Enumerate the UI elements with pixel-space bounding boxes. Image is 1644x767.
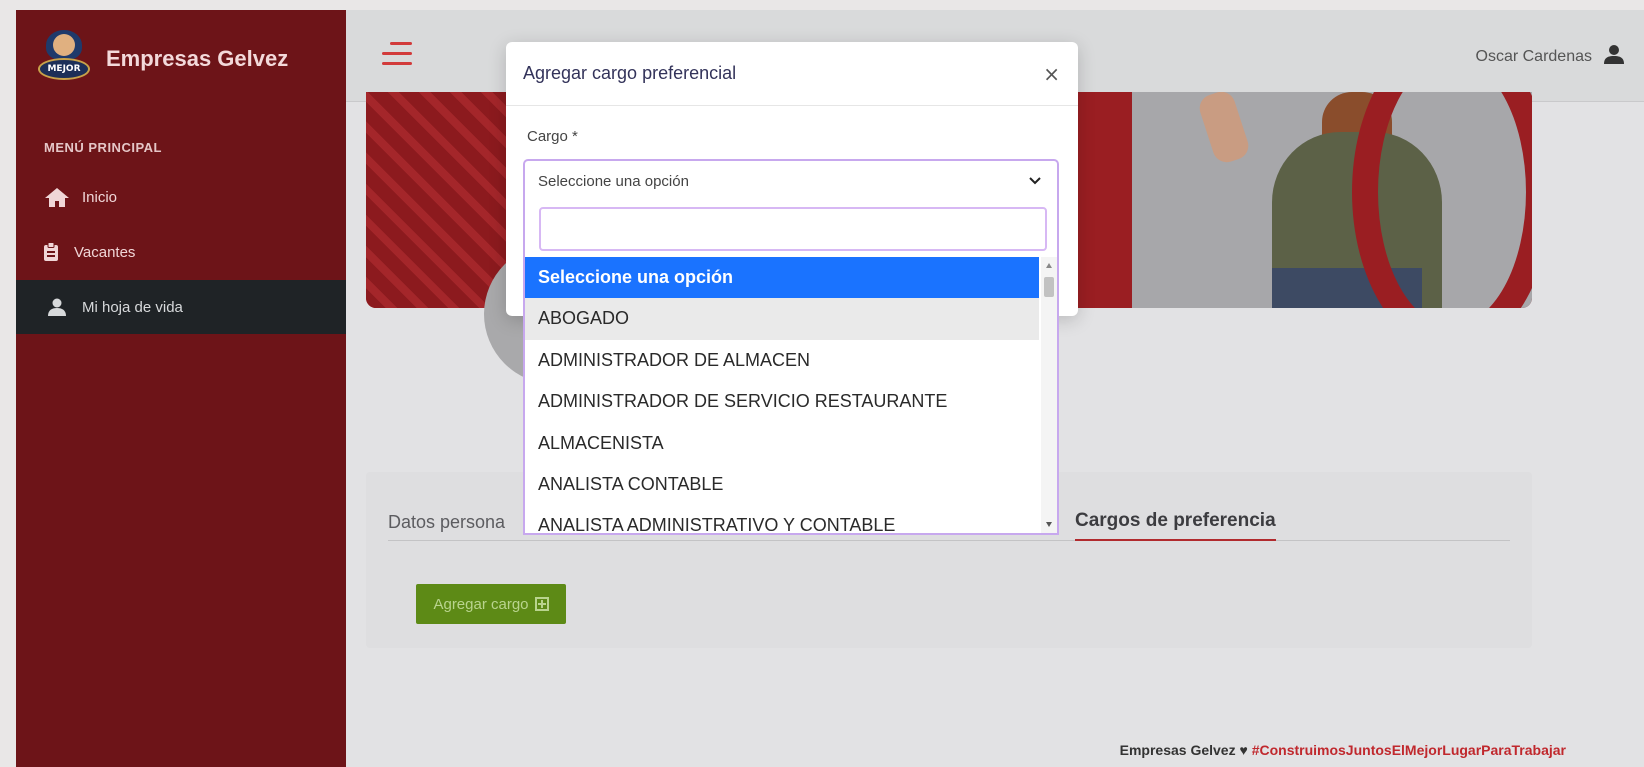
user-name: Oscar Cardenas — [1475, 47, 1593, 65]
option-administrador-de-servicio-restaurante[interactable]: ADMINISTRADOR DE SERVICIO RESTAURANTE — [525, 381, 1039, 422]
cargo-dropdown: Seleccione una opción ABOGADO ADMINISTRA… — [523, 199, 1059, 535]
sidebar-item-mi-hoja-de-vida[interactable]: Mi hoja de vida — [16, 280, 346, 334]
banner-photo — [1132, 92, 1532, 308]
user-menu[interactable]: Oscar Cardenas — [1475, 44, 1624, 69]
sidebar-item-label: Inicio — [82, 188, 118, 206]
brand[interactable]: MEJOR Empresas Gelvez — [38, 24, 288, 94]
sidebar-item-label: Mi hoja de vida — [82, 298, 183, 316]
brand-name: Empresas Gelvez — [106, 46, 289, 71]
user-id-icon — [44, 297, 70, 317]
option-analista-contable[interactable]: ANALISTA CONTABLE — [525, 464, 1039, 505]
scroll-up-icon[interactable] — [1046, 263, 1052, 268]
cargo-label: Cargo * — [527, 128, 578, 145]
modal-header: Agregar cargo preferencial × — [506, 42, 1078, 106]
tab-datos-personales[interactable]: Datos persona — [388, 512, 505, 533]
heart-icon: ♥ — [1239, 742, 1248, 758]
cargo-select[interactable]: Seleccione una opción — [523, 159, 1059, 201]
tab-cargos-de-preferencia[interactable]: Cargos de preferencia — [1075, 510, 1276, 541]
dropdown-scrollbar[interactable] — [1041, 257, 1057, 533]
scroll-down-icon[interactable] — [1046, 522, 1052, 527]
plus-square-icon — [534, 597, 549, 611]
sidebar-item-inicio[interactable]: Inicio — [16, 170, 346, 224]
option-almacenista[interactable]: ALMACENISTA — [525, 423, 1039, 464]
footer-hashtag[interactable]: #ConstruimosJuntosElMejorLugarParaTrabaj… — [1252, 742, 1566, 758]
option-analista-administrativo-y-contable[interactable]: ANALISTA ADMINISTRATIVO Y CONTABLE — [525, 505, 1039, 533]
menu-title: MENÚ PRINCIPAL — [44, 140, 162, 155]
close-icon[interactable]: × — [1043, 62, 1060, 86]
sidebar-item-label: Vacantes — [74, 243, 136, 261]
option-administrador-de-almacen[interactable]: ADMINISTRADOR DE ALMACEN — [525, 340, 1039, 381]
scroll-thumb[interactable] — [1044, 277, 1054, 297]
company-logo: MEJOR — [38, 28, 90, 90]
footer: Empresas Gelvez ♥ #ConstruimosJuntosElMe… — [1120, 742, 1566, 758]
modal-title: Agregar cargo preferencial — [523, 63, 737, 83]
option-seleccione[interactable]: Seleccione una opción — [525, 257, 1039, 299]
chevron-down-icon — [1029, 172, 1041, 190]
add-cargo-button[interactable]: Agregar cargo — [416, 584, 566, 624]
hamburger-icon[interactable] — [382, 42, 414, 68]
footer-brand: Empresas Gelvez — [1119, 742, 1236, 758]
add-cargo-label: Agregar cargo — [433, 595, 529, 613]
sidebar-item-vacantes[interactable]: Vacantes — [16, 225, 346, 279]
user-icon — [1604, 44, 1624, 69]
sidebar: MEJOR Empresas Gelvez MENÚ PRINCIPAL Ini… — [16, 10, 346, 767]
home-icon — [44, 186, 70, 208]
cargo-options-list: Seleccione una opción ABOGADO ADMINISTRA… — [525, 257, 1039, 533]
logo-text: MEJOR — [47, 64, 81, 74]
cargo-select-value: Seleccione una opción — [538, 172, 689, 190]
cargo-search-input[interactable] — [539, 207, 1047, 251]
tabs-divider — [388, 540, 1510, 541]
clipboard-icon — [38, 242, 64, 262]
option-abogado[interactable]: ABOGADO — [525, 298, 1039, 340]
